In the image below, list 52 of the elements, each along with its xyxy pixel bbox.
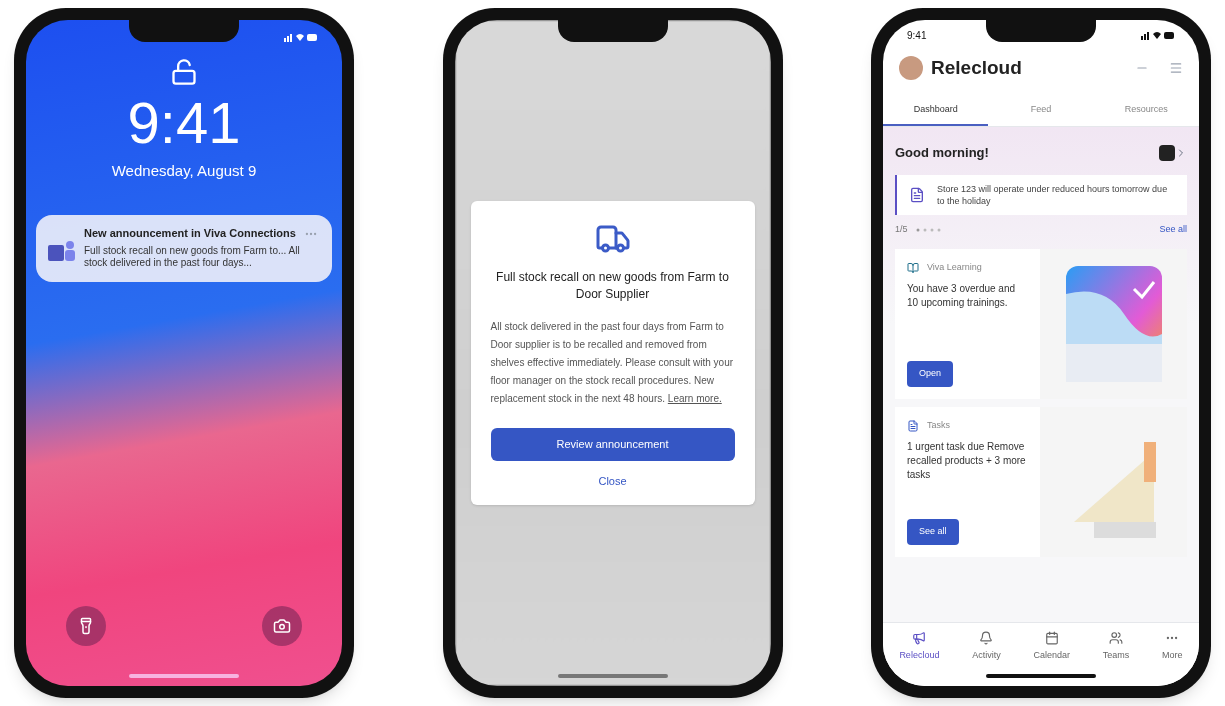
- tab[interactable]: Feed: [988, 94, 1094, 126]
- announcement-text: Store 123 will operate under reduced hours tomorrow due to the holiday: [937, 182, 1169, 208]
- book-icon: [907, 261, 919, 274]
- learn-more-link[interactable]: Learn more.: [667, 393, 722, 404]
- nav-item[interactable]: Calendar: [1033, 630, 1070, 662]
- status-time: 9:41: [907, 28, 927, 43]
- card-source: Tasks: [927, 418, 950, 432]
- dialog-title: Full stock recall on new goods from Farm to Door Supplier: [495, 269, 730, 302]
- unlocked-lock-icon: [170, 58, 198, 86]
- status-icons: [284, 32, 318, 42]
- image-thumbnail[interactable]: [1159, 144, 1175, 161]
- nav-label: Activity: [972, 648, 1001, 662]
- nav-item[interactable]: Relecloud: [899, 630, 940, 662]
- nav-label: Teams: [1102, 648, 1130, 662]
- card-text: You have 3 overdue and 10 upcoming trainings.: [907, 282, 1017, 310]
- notification-body: Full stock recall on new goods from Farm to... All stock delivered in the past four days...: [84, 244, 301, 270]
- nav-label: Calendar: [1033, 648, 1070, 662]
- announcement-card[interactable]: Store 123 will operate under reduced hours tomorrow due to the holiday: [895, 174, 1187, 216]
- people-icon: [1109, 630, 1123, 645]
- clipboard-icon: [907, 419, 919, 432]
- menu-icon[interactable]: [1169, 61, 1183, 76]
- review-announcement-button[interactable]: Review announcement: [490, 428, 735, 461]
- lock-time: 9:41: [127, 94, 241, 152]
- bell-icon: [979, 630, 994, 645]
- status-icons: [1141, 30, 1175, 40]
- lock-date: Wednesday, August 9: [111, 161, 257, 181]
- pager-count: 1/5: [895, 223, 908, 237]
- notification-title: New announcement in Viva Connections: [84, 226, 296, 241]
- camera-icon: [273, 617, 291, 635]
- app-title: Relecloud: [931, 56, 1022, 80]
- nav-label: Relecloud: [899, 648, 940, 662]
- document-icon: [909, 186, 925, 203]
- tab[interactable]: Resources: [1093, 94, 1199, 126]
- avatar[interactable]: [899, 56, 923, 81]
- close-button[interactable]: Close: [598, 472, 627, 489]
- notification-card[interactable]: New announcement in Viva Connections Full stock recall on new goods from Farm to... All stock delivered in the past four days...: [36, 214, 332, 282]
- card-button[interactable]: See all: [907, 519, 959, 545]
- greeting: Good morning!: [895, 144, 989, 162]
- pager-dots-icon: [915, 228, 942, 232]
- dashboard-card[interactable]: Tasks 1 urgent task due Remove recalled products + 3 more tasks See all: [895, 406, 1187, 557]
- card-source: Viva Learning: [927, 260, 982, 274]
- calendar-icon: [1044, 630, 1059, 645]
- nav-item[interactable]: Teams: [1102, 630, 1130, 662]
- nav-item[interactable]: More: [1162, 630, 1183, 662]
- see-all-link[interactable]: See all: [1159, 223, 1187, 237]
- nav-item[interactable]: Activity: [972, 630, 1001, 662]
- dialog-body: All stock delivered in the past four days from Farm to Door supplier is to be recalled and removed from shelves effective immediately. Please consult with your floor manager on the stock recall procedures. New replacement stock in the next 48 hours. Learn more.: [490, 320, 735, 406]
- card-button[interactable]: Open: [907, 361, 954, 387]
- nav-label: More: [1162, 648, 1183, 662]
- card-text: 1 urgent task due Remove recalled products + 3 more tasks: [907, 440, 1027, 482]
- dashboard-card[interactable]: Viva Learning You have 3 overdue and 10 upcoming trainings. Open: [895, 248, 1187, 399]
- megaphone-icon: [912, 630, 927, 645]
